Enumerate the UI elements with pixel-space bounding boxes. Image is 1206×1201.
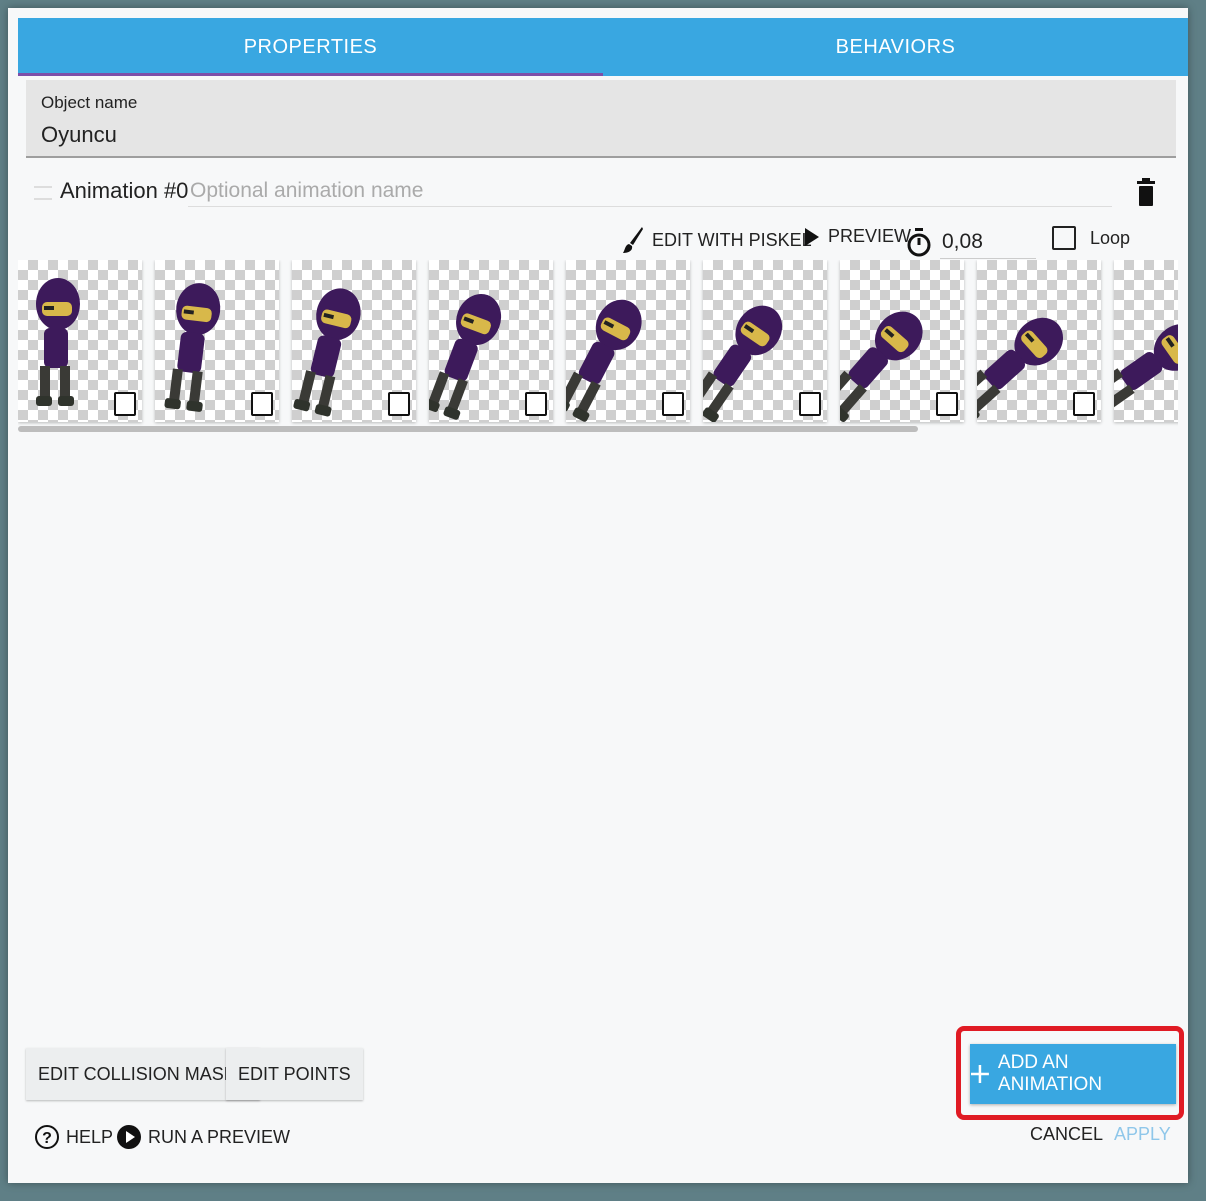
frame-select-checkbox[interactable] xyxy=(114,392,136,416)
animation-header: Animation #0 xyxy=(26,168,1176,216)
tab-properties[interactable]: PROPERTIES xyxy=(18,18,603,76)
animation-frame[interactable] xyxy=(18,260,142,422)
edit-collision-masks-label: EDIT COLLISION MASKS xyxy=(38,1063,248,1084)
animation-frame[interactable] xyxy=(292,260,416,422)
drag-handle-icon[interactable] xyxy=(34,186,52,200)
edit-with-piskel-label: EDIT WITH PISKEL xyxy=(652,229,812,250)
tab-behaviors[interactable]: BEHAVIORS xyxy=(603,18,1188,76)
cancel-button[interactable]: CANCEL xyxy=(1030,1124,1103,1145)
edit-points-button[interactable]: EDIT POINTS xyxy=(226,1048,363,1100)
frame-select-checkbox[interactable] xyxy=(1073,392,1095,416)
frame-interval-input[interactable] xyxy=(940,226,1036,259)
animation-frame[interactable] xyxy=(977,260,1101,422)
apply-button[interactable]: APPLY xyxy=(1114,1124,1171,1145)
ninja-sprite xyxy=(1114,324,1178,413)
help-icon: ? xyxy=(35,1125,59,1149)
frame-select-checkbox[interactable] xyxy=(251,392,273,416)
animation-frame[interactable] xyxy=(566,260,690,422)
preview-label: PREVIEW xyxy=(828,226,912,246)
animation-frame[interactable] xyxy=(429,260,553,422)
animation-name-input[interactable] xyxy=(188,176,1112,207)
frames-scrollbar[interactable] xyxy=(18,426,918,432)
animation-frame[interactable] xyxy=(703,260,827,422)
frame-select-checkbox[interactable] xyxy=(662,392,684,416)
object-name-label: Object name xyxy=(41,93,138,112)
frames-strip xyxy=(18,260,1178,436)
play-circle-icon xyxy=(117,1125,141,1149)
apply-label: APPLY xyxy=(1114,1124,1171,1144)
loop-checkbox[interactable]: Loop xyxy=(1052,226,1130,250)
loop-checkbox-box[interactable] xyxy=(1052,226,1076,250)
animation-frame[interactable] xyxy=(155,260,279,422)
help-button[interactable]: ? HELP xyxy=(34,1124,113,1150)
animation-title: Animation #0 xyxy=(60,178,189,203)
frame-select-checkbox[interactable] xyxy=(388,392,410,416)
animation-toolbar: EDIT WITH PISKEL PREVIEW Loop xyxy=(8,220,1188,264)
frame-select-checkbox[interactable] xyxy=(936,392,958,416)
cancel-label: CANCEL xyxy=(1030,1124,1104,1144)
edit-with-piskel-button[interactable]: EDIT WITH PISKEL xyxy=(622,226,812,254)
run-preview-button[interactable]: RUN A PREVIEW xyxy=(116,1124,290,1150)
play-icon xyxy=(805,227,819,246)
frame-select-checkbox[interactable] xyxy=(799,392,821,416)
object-name-field[interactable]: Object name Oyuncu xyxy=(26,80,1176,158)
highlight-box xyxy=(956,1026,1184,1120)
loop-label: Loop xyxy=(1090,227,1131,248)
timer-icon xyxy=(907,228,931,257)
brush-icon xyxy=(623,227,643,253)
object-name-value[interactable]: Oyuncu xyxy=(41,122,117,148)
help-label: HELP xyxy=(66,1126,114,1147)
run-preview-label: RUN A PREVIEW xyxy=(148,1126,291,1147)
animation-frame[interactable] xyxy=(840,260,964,422)
edit-points-label: EDIT POINTS xyxy=(238,1063,351,1084)
animation-frame[interactable] xyxy=(1114,260,1178,422)
frame-select-checkbox[interactable] xyxy=(525,392,547,416)
trash-icon[interactable] xyxy=(1136,178,1156,208)
svg-text:?: ? xyxy=(42,1130,52,1147)
preview-button[interactable]: PREVIEW xyxy=(804,226,911,247)
tab-bar: PROPERTIES BEHAVIORS xyxy=(18,18,1188,76)
edit-collision-masks-button[interactable]: EDIT COLLISION MASKS xyxy=(26,1048,260,1100)
object-editor-dialog: PROPERTIES BEHAVIORS Object name Oyuncu … xyxy=(8,8,1188,1183)
